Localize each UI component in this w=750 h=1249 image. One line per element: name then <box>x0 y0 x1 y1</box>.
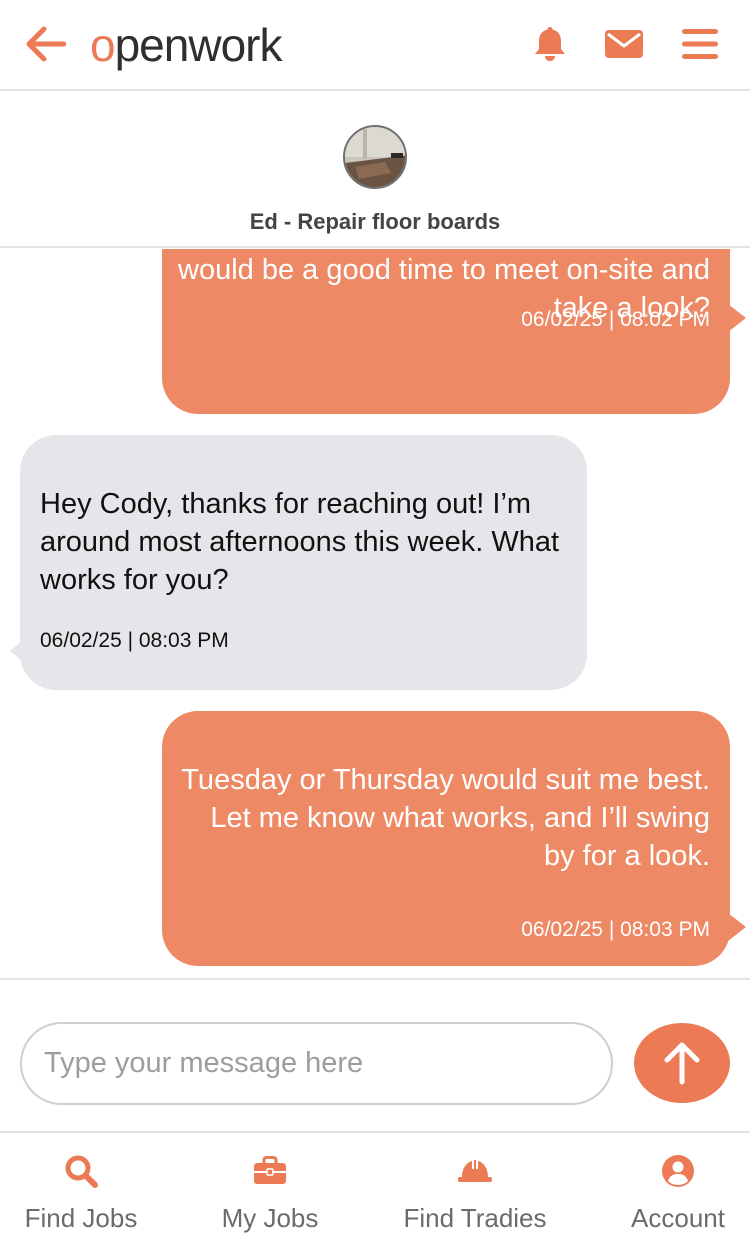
message-composer <box>0 978 750 1133</box>
message-timestamp: 06/02/25 | 08:03 PM <box>521 918 710 941</box>
nav-label: Account <box>631 1203 725 1233</box>
messages-button[interactable] <box>604 24 644 64</box>
nav-label: Find Tradies <box>403 1203 547 1233</box>
message-timestamp: 06/02/25 | 08:02 PM <box>521 308 710 331</box>
bubble-tail <box>728 304 746 332</box>
message-text: Hey Cody, thanks for reaching out! I’m a… <box>40 488 560 596</box>
message-timestamp: 06/02/25 | 08:03 PM <box>40 629 229 652</box>
chat-title: Ed - Repair floor boards <box>249 209 501 234</box>
nav-label: My Jobs <box>221 1203 319 1233</box>
nav-label: Find Jobs <box>24 1203 138 1233</box>
bell-icon <box>535 27 565 61</box>
openwork-logo[interactable]: openwork <box>90 18 282 72</box>
floor-photo-icon <box>345 127 405 187</box>
nav-find-tradies[interactable]: Find Tradies <box>396 1135 554 1249</box>
nav-find-jobs[interactable]: Find Jobs <box>20 1135 142 1249</box>
chat-header: Ed - Repair floor boards <box>0 93 750 248</box>
menu-icon <box>682 29 718 59</box>
search-icon <box>65 1155 98 1188</box>
message-list[interactable]: would be a good time to meet on-site and… <box>0 249 750 978</box>
message-bubble-sent: would be a good time to meet on-site and… <box>162 249 746 414</box>
bottom-nav: Find Jobs My Jobs Find Tradies Account <box>0 1135 750 1249</box>
message-text: Tuesday or Thursday would suit me best. … <box>181 764 710 872</box>
job-avatar[interactable] <box>343 125 407 189</box>
back-arrow-icon <box>26 26 66 62</box>
notifications-button[interactable] <box>530 24 570 64</box>
message-bubble-sent: Tuesday or Thursday would suit me best. … <box>162 711 746 966</box>
message-bubble-received: Hey Cody, thanks for reaching out! I’m a… <box>10 435 587 690</box>
account-icon <box>662 1155 694 1187</box>
bubble-tail <box>728 913 746 941</box>
menu-button[interactable] <box>680 24 720 64</box>
message-input[interactable] <box>20 1022 613 1105</box>
back-button[interactable] <box>22 22 68 66</box>
nav-my-jobs[interactable]: My Jobs <box>212 1135 328 1249</box>
briefcase-icon <box>254 1156 286 1184</box>
mail-icon <box>605 30 643 58</box>
nav-account[interactable]: Account <box>624 1135 732 1249</box>
send-button[interactable] <box>634 1023 730 1103</box>
app-header: openwork <box>0 0 750 91</box>
bubble-tail <box>10 641 22 661</box>
arrow-up-icon <box>664 1042 700 1085</box>
hard-hat-icon <box>458 1160 492 1182</box>
